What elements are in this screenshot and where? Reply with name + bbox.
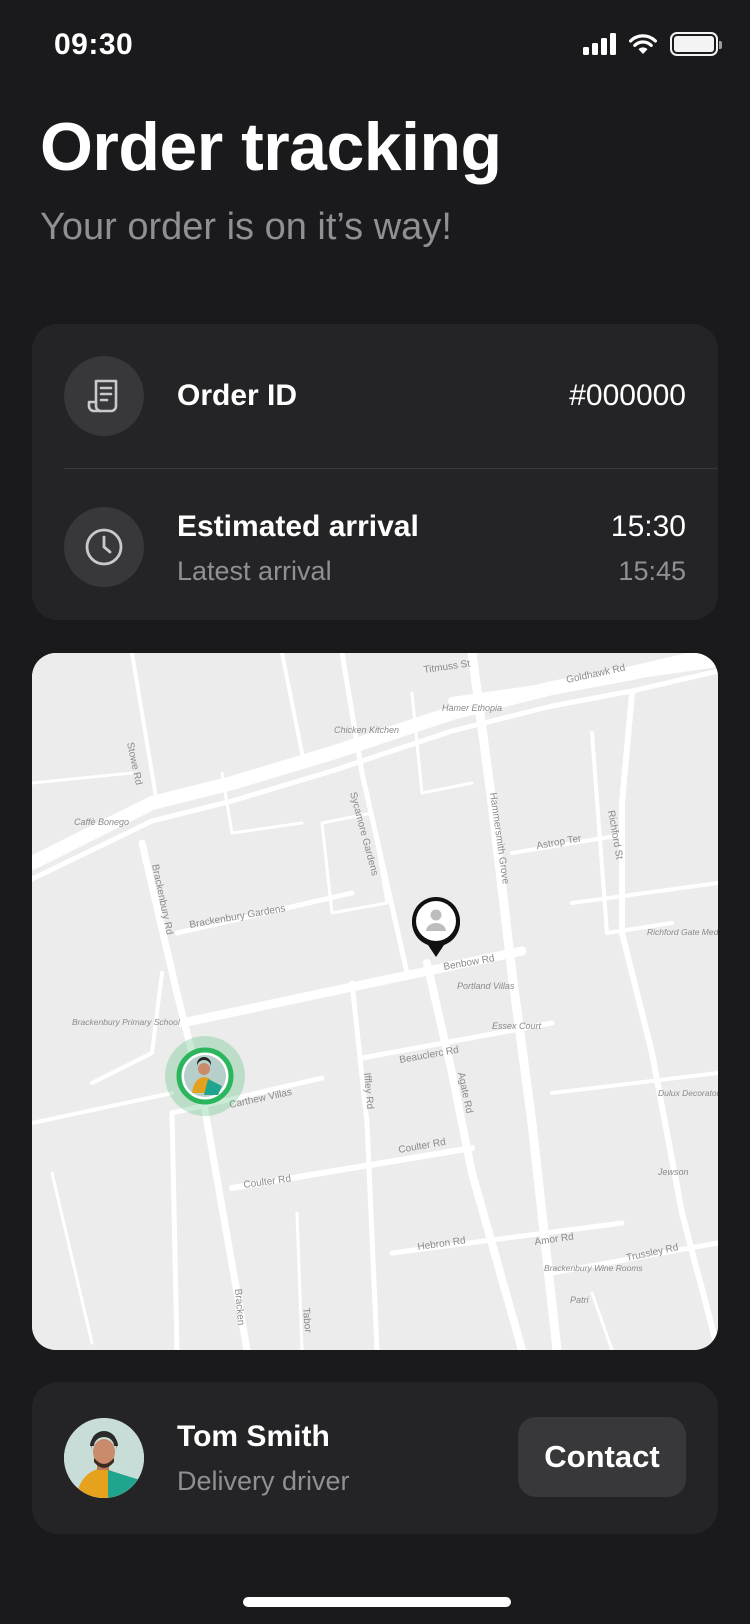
order-id-row: Order ID #000000 [32, 324, 718, 472]
driver-role: Delivery driver [177, 1466, 350, 1496]
order-info-card: Order ID #000000 Estimated arrival 15:30… [32, 324, 718, 620]
estimated-arrival-label: Estimated arrival [177, 510, 419, 543]
divider [64, 468, 718, 469]
wifi-icon [629, 34, 657, 54]
latest-arrival-value: 15:45 [618, 556, 686, 586]
driver-location-marker[interactable] [165, 1036, 245, 1116]
map-label-richford-medical: Richford Gate Medical Centre [647, 927, 718, 937]
driver-card: Tom Smith Delivery driver Contact [32, 1382, 718, 1534]
map-canvas[interactable]: Titmuss St Goldhawk Rd Hamer Ethopia Chi… [32, 653, 718, 1350]
page-subtitle: Your order is on it’s way! [40, 206, 452, 248]
map-label-patri: Patri [570, 1295, 590, 1305]
home-indicator[interactable] [243, 1597, 511, 1607]
receipt-icon [64, 356, 144, 436]
map-label-chicken: Chicken Kitchen [334, 725, 399, 735]
clock-icon [64, 507, 144, 587]
status-time: 09:30 [54, 28, 134, 61]
battery-icon [670, 32, 722, 56]
map-label-hamer: Hamer Ethopia [442, 703, 502, 713]
map-label-dulux: Dulux Decorator [658, 1088, 718, 1098]
status-icons [583, 32, 722, 56]
map-label-wine-rooms: Brackenbury Wine Rooms [544, 1263, 643, 1273]
cellular-signal-icon [583, 33, 616, 55]
map-label-tabor: Tabor [300, 1307, 313, 1334]
map-label-caffe: Caffè Bonego [74, 817, 129, 827]
estimated-arrival-value: 15:30 [610, 510, 686, 543]
map-label-brackenbury-school: Brackenbury Primary School [72, 1017, 181, 1027]
order-id-value: #000000 [569, 379, 686, 412]
map-label-portland: Portland Villas [457, 981, 515, 991]
arrival-row: Estimated arrival 15:30 Latest arrival 1… [32, 470, 718, 618]
map-label-essex: Essex Court [492, 1021, 542, 1031]
contact-button[interactable]: Contact [518, 1417, 686, 1497]
driver-name: Tom Smith [177, 1420, 330, 1453]
delivery-map[interactable]: Titmuss St Goldhawk Rd Hamer Ethopia Chi… [32, 653, 718, 1350]
page-title: Order tracking [40, 109, 502, 185]
status-bar: 09:30 [0, 0, 750, 94]
driver-avatar [64, 1418, 144, 1498]
latest-arrival-label: Latest arrival [177, 556, 332, 586]
order-id-label: Order ID [177, 379, 298, 412]
map-label-jewson: Jewson [657, 1167, 689, 1177]
